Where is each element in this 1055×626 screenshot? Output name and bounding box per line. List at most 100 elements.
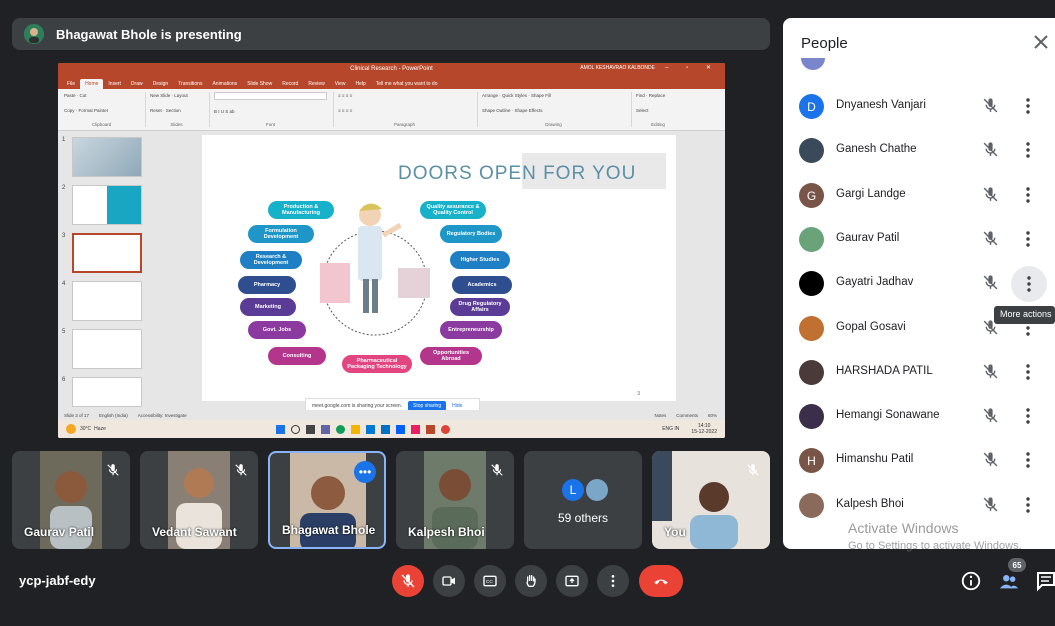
more-actions-button[interactable]	[1025, 98, 1031, 114]
ribbon-shape-effects: Shape Effects	[514, 108, 543, 113]
ribbon-section: Section	[165, 108, 181, 113]
slide-item: Formulation Development	[248, 225, 314, 243]
more-actions-button[interactable]	[1025, 142, 1031, 158]
others-avatars: L	[562, 479, 608, 501]
others-tile[interactable]: L 59 others	[524, 451, 642, 549]
chat-icon[interactable]	[1036, 570, 1055, 592]
ppt-tab-animations: Animations	[212, 81, 238, 87]
mic-off-icon[interactable]	[982, 141, 999, 158]
more-actions-button[interactable]	[1011, 266, 1047, 302]
participant-name: Vedant Sawant	[152, 525, 237, 539]
mic-off-icon[interactable]	[982, 451, 999, 468]
speaking-indicator-icon[interactable]: •••	[354, 461, 376, 483]
participant-row[interactable]: Hemangi Sonawane	[783, 394, 1055, 438]
participant-name: HARSHADA PATIL	[836, 365, 933, 377]
mic-off-icon[interactable]	[982, 186, 999, 203]
slide-thumbnails: 1 2 3 4 5 6	[58, 131, 150, 410]
avatar	[586, 479, 608, 501]
participant-tile[interactable]: Kalpesh Bhoi	[396, 451, 514, 549]
participant-row[interactable]: HARSHADA PATIL	[783, 350, 1055, 394]
meeting-info-icon[interactable]	[960, 570, 982, 592]
more-actions-button[interactable]	[1025, 408, 1031, 424]
slide-item: Opportunities Abroad	[420, 347, 482, 365]
ribbon-shape-fill: Shape Fill	[531, 93, 552, 98]
participant-row[interactable]: Gaurav Patil	[783, 217, 1055, 261]
participant-name: Hemangi Sonawane	[836, 409, 940, 421]
taskbar-lang: ENG IN	[662, 426, 680, 432]
hang-up-icon	[654, 579, 668, 585]
thumb-number: 4	[62, 281, 66, 287]
ribbon-reset: Reset	[150, 108, 162, 113]
leave-call-button[interactable]	[639, 565, 683, 597]
more-actions-button[interactable]	[1025, 231, 1031, 247]
mic-toggle-button[interactable]	[392, 565, 424, 597]
activate-windows-watermark: Activate Windows	[848, 520, 959, 536]
meet-window: Bhagawat Bhole is presenting Clinical Re…	[0, 0, 1055, 626]
participant-row[interactable]: Ganesh Chathe	[783, 128, 1055, 172]
self-tile[interactable]: You	[652, 451, 770, 549]
present-screen-button[interactable]	[556, 565, 588, 597]
slide-item: Academics	[452, 276, 512, 294]
ppt-tab-slideshow: Slide Show	[247, 81, 273, 87]
mic-off-icon[interactable]	[982, 230, 999, 247]
raise-hand-button[interactable]	[515, 565, 547, 597]
avatar	[799, 316, 824, 341]
more-actions-button[interactable]	[1025, 452, 1031, 468]
participant-row[interactable]: D Dnyanesh Vanjari	[783, 84, 1055, 128]
ribbon-drawing-label: Drawing	[545, 122, 562, 127]
camera-icon	[442, 576, 455, 586]
close-icon[interactable]	[1033, 34, 1049, 50]
mic-off-icon[interactable]	[982, 407, 999, 424]
edge-icon	[335, 424, 345, 434]
status-notes: Notes	[654, 412, 667, 418]
participant-tile[interactable]: Gaurav Patil	[12, 451, 130, 549]
present-icon	[565, 575, 579, 587]
mic-off-icon[interactable]	[982, 97, 999, 114]
mic-off-icon[interactable]	[982, 363, 999, 380]
search-icon	[290, 424, 300, 434]
more-vert-icon	[1026, 452, 1030, 468]
participant-tile-active[interactable]: ••• Bhagawat Bhole	[268, 451, 386, 549]
panel-title: People	[801, 35, 848, 52]
captions-button[interactable]: CC	[474, 565, 506, 597]
ppt-tab-transitions: Transitions	[178, 81, 203, 87]
ribbon-format-painter: Format Painter	[78, 108, 109, 113]
thumb-number: 1	[62, 137, 66, 143]
avatar	[799, 138, 824, 163]
thumb-number: 5	[62, 329, 66, 335]
mic-off-icon[interactable]	[982, 496, 999, 513]
window-controls-icon: ‒ ▫ ✕	[665, 65, 719, 71]
file-explorer-icon	[350, 424, 360, 434]
more-vert-icon	[1026, 497, 1030, 513]
participant-tile[interactable]: Vedant Sawant	[140, 451, 258, 549]
ribbon-drawing: Arrange · Quick Styles · Shape Fill Shap…	[482, 92, 632, 127]
camera-toggle-button[interactable]	[433, 565, 465, 597]
people-count-badge: 65	[1008, 558, 1026, 572]
dropbox-icon	[395, 424, 405, 434]
more-actions-button[interactable]	[1025, 364, 1031, 380]
participant-name: Ganesh Chathe	[836, 143, 917, 155]
more-actions-tooltip: More actions	[994, 306, 1055, 324]
ribbon-find: Find	[636, 93, 645, 98]
slide-title: DOORS OPEN FOR YOU	[398, 163, 637, 184]
avatar: D	[799, 94, 824, 119]
people-icon[interactable]	[998, 570, 1020, 592]
status-language: English (India)	[99, 412, 128, 418]
thumb-number: 6	[62, 377, 66, 383]
ppt-tab-help: Help	[355, 81, 366, 87]
more-actions-button[interactable]	[1025, 497, 1031, 513]
ppt-tab-draw: Draw	[130, 81, 143, 87]
mail-icon	[380, 424, 390, 434]
ribbon-replace: Replace	[648, 93, 666, 98]
more-actions-button[interactable]	[1025, 187, 1031, 203]
slide-item: Govt. Jobs	[248, 321, 306, 339]
more-options-button[interactable]	[597, 565, 629, 597]
ppt-tell-me: Tell me what you want to do	[375, 81, 438, 87]
mic-off-icon[interactable]	[982, 274, 999, 291]
slide-item: Pharmacy	[238, 276, 296, 294]
participant-row[interactable]: Gayatri Jadhav	[783, 261, 1055, 305]
slide-item: Pharmaceutical Packaging Technology	[342, 355, 412, 373]
slide-item: Higher Studies	[450, 251, 510, 269]
participant-row[interactable]: G Gargi Landge	[783, 173, 1055, 217]
participant-row[interactable]: H Himanshu Patil	[783, 438, 1055, 482]
